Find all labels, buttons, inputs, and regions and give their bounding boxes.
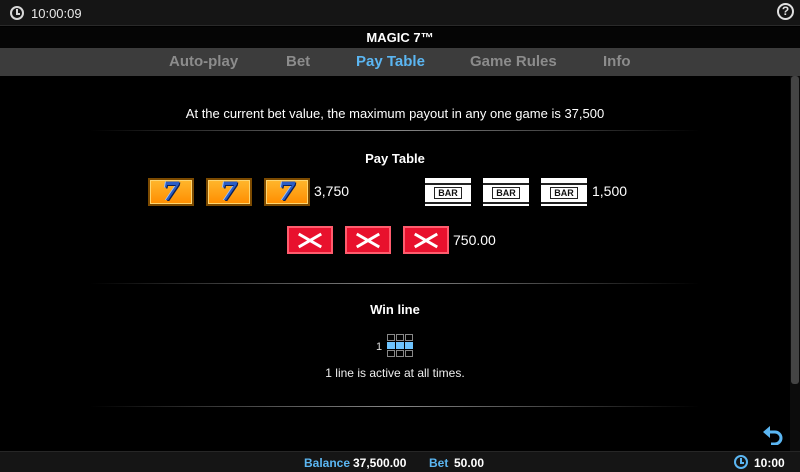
payout-value: 750.00 bbox=[453, 232, 496, 248]
scrollbar-thumb[interactable] bbox=[791, 76, 799, 384]
tab-pay-table[interactable]: Pay Table bbox=[356, 48, 425, 76]
seven-symbol-icon: 7 bbox=[206, 177, 252, 206]
pay-table-panel: At the current bet value, the maximum pa… bbox=[0, 76, 790, 451]
divider bbox=[90, 283, 700, 284]
seven-symbol-icon: 7 bbox=[264, 177, 310, 206]
bottom-status-bar: Balance 37,500.00 Bet 50.00 10:00 bbox=[0, 451, 800, 472]
divider bbox=[90, 130, 700, 131]
payout-value: 1,500 bbox=[592, 183, 628, 199]
tab-game-rules[interactable]: Game Rules bbox=[470, 48, 557, 76]
cross-symbol-icon bbox=[287, 226, 333, 254]
undo-arrow-icon[interactable] bbox=[762, 425, 784, 445]
balance-label: Balance bbox=[304, 456, 351, 470]
tab-bet[interactable]: Bet bbox=[286, 48, 310, 76]
active-lines-text: 1 line is active at all times. bbox=[325, 366, 465, 380]
top-status-bar: 10:00:09 ? bbox=[0, 0, 800, 26]
balance-value: 37,500.00 bbox=[353, 456, 407, 470]
bar-symbol-icon: BAR bbox=[541, 178, 587, 206]
game-title: MAGIC 7™ bbox=[0, 27, 800, 48]
tab-bar: Auto-play Bet Pay Table Game Rules Info bbox=[0, 48, 800, 76]
scrollbar[interactable] bbox=[790, 76, 800, 451]
seven-symbol-icon: 7 bbox=[148, 177, 194, 206]
bar-symbol-icon: BAR bbox=[483, 178, 529, 206]
win-line-diagram bbox=[387, 334, 413, 358]
divider bbox=[90, 406, 700, 407]
session-time: 10:00 bbox=[754, 456, 785, 470]
max-payout-text: At the current bet value, the maximum pa… bbox=[185, 106, 605, 121]
clock-icon bbox=[10, 6, 24, 20]
help-icon[interactable]: ? bbox=[777, 3, 794, 20]
payout-value: 3,750 bbox=[314, 183, 350, 199]
tab-auto-play[interactable]: Auto-play bbox=[169, 48, 238, 76]
win-line-heading: Win line bbox=[370, 302, 420, 317]
clock-time: 10:00:09 bbox=[31, 6, 82, 21]
clock-icon bbox=[734, 455, 748, 469]
bet-value: 50.00 bbox=[454, 456, 485, 470]
cross-symbol-icon bbox=[403, 226, 449, 254]
tab-info[interactable]: Info bbox=[603, 48, 631, 76]
pay-table-heading: Pay Table bbox=[365, 151, 425, 166]
win-line-number: 1 bbox=[376, 341, 383, 353]
cross-symbol-icon bbox=[345, 226, 391, 254]
bet-label: Bet bbox=[429, 456, 449, 470]
bar-symbol-icon: BAR bbox=[425, 178, 471, 206]
